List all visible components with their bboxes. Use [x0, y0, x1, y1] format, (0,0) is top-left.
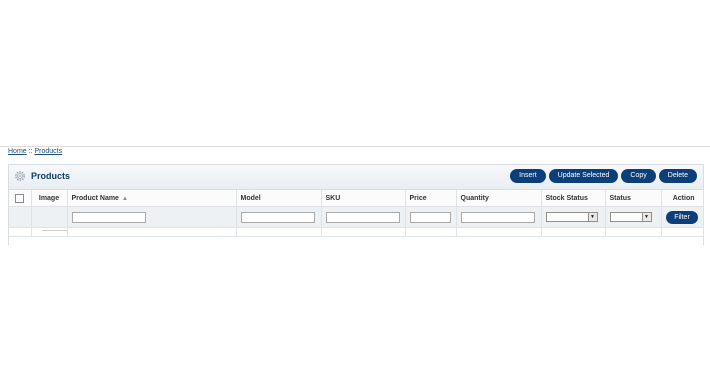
table-cell	[456, 227, 542, 237]
model-filter-input[interactable]	[240, 211, 315, 223]
filter-cell-price	[405, 206, 457, 228]
dropdown-arrow-icon: ▼	[587, 213, 597, 221]
column-header-status[interactable]: Status	[605, 190, 662, 207]
table-cell	[405, 227, 457, 237]
quantity-filter-input[interactable]	[460, 211, 535, 223]
table-row	[9, 227, 704, 237]
select-all-checkbox[interactable]	[15, 193, 25, 203]
sku-filter-input[interactable]	[325, 211, 400, 223]
breadcrumb-products-link[interactable]: Products	[34, 148, 62, 155]
table-cell	[661, 227, 704, 237]
column-header-action: Action	[661, 190, 704, 207]
filter-cell-empty	[31, 206, 68, 228]
table-cell	[605, 227, 662, 237]
filter-cell-quantity	[456, 206, 542, 228]
product-name-filter-input[interactable]	[71, 211, 146, 223]
copy-button[interactable]: Copy	[621, 169, 656, 183]
column-header-quantity[interactable]: Quantity	[456, 190, 542, 207]
breadcrumb: Home :: Products	[8, 148, 62, 155]
filter-row: ▼ ▼ Filter	[9, 206, 704, 228]
table-cell	[321, 227, 406, 237]
column-header-image: Image	[31, 190, 68, 207]
update-selected-button[interactable]: Update Selected	[548, 169, 619, 183]
table-cell	[9, 227, 32, 237]
breadcrumb-home-link[interactable]: Home	[8, 148, 27, 155]
toolbar: Insert Update Selected Copy Delete	[510, 169, 697, 183]
filter-cell-sku	[321, 206, 406, 228]
gear-icon	[15, 171, 25, 181]
table-cell	[236, 227, 322, 237]
table-cell	[31, 227, 68, 237]
column-header-price[interactable]: Price	[405, 190, 457, 207]
panel-header: Products Insert Update Selected Copy Del…	[9, 165, 703, 190]
filter-cell-action: Filter	[661, 206, 704, 228]
column-header-product-name[interactable]: Product Name ▲	[67, 190, 237, 207]
filter-cell-model	[236, 206, 322, 228]
table-cell	[67, 227, 237, 237]
filter-cell-product-name	[67, 206, 237, 228]
products-table: Image Product Name ▲ Model SKU Price Quan…	[9, 190, 704, 237]
table-cell	[541, 227, 606, 237]
image-placeholder	[41, 229, 68, 234]
select-all-cell	[9, 190, 32, 207]
filter-button[interactable]: Filter	[666, 210, 698, 224]
dropdown-arrow-icon: ▼	[641, 213, 651, 221]
column-header-stock-status[interactable]: Stock Status	[541, 190, 606, 207]
filter-cell-stock-status: ▼	[541, 206, 606, 228]
stock-status-select[interactable]: ▼	[545, 212, 598, 222]
products-panel: Products Insert Update Selected Copy Del…	[8, 164, 704, 245]
column-header-model[interactable]: Model	[236, 190, 322, 207]
table-header-row: Image Product Name ▲ Model SKU Price Quan…	[9, 190, 704, 207]
delete-button[interactable]: Delete	[658, 169, 697, 183]
column-header-sku[interactable]: SKU	[321, 190, 406, 207]
filter-cell-status: ▼	[605, 206, 662, 228]
page-title: Products	[31, 171, 71, 181]
top-divider	[0, 146, 710, 147]
sort-ascending-icon: ▲	[121, 195, 128, 202]
insert-button[interactable]: Insert	[510, 169, 546, 183]
column-header-product-name-label: Product Name	[71, 194, 119, 202]
status-select[interactable]: ▼	[609, 212, 652, 222]
filter-cell-empty	[9, 206, 32, 228]
price-filter-input[interactable]	[409, 211, 451, 223]
